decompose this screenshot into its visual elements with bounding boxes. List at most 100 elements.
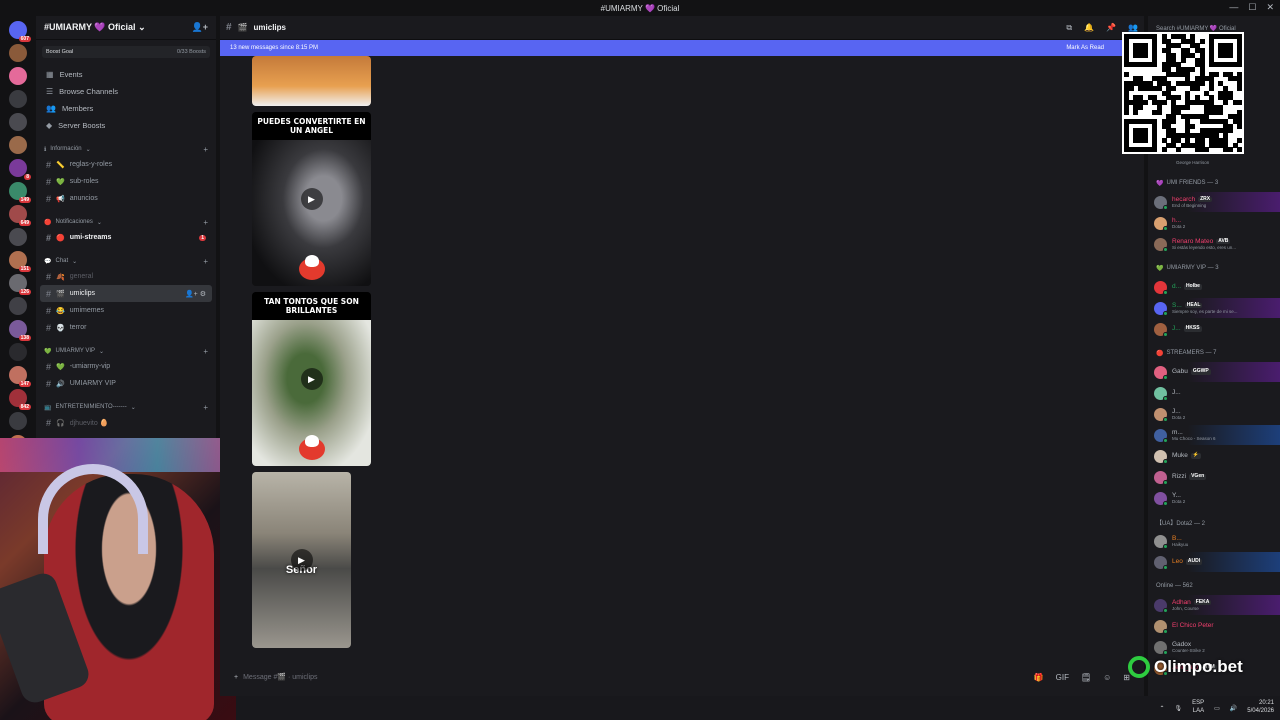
sticker-icon[interactable]: 🗒 bbox=[1081, 673, 1091, 682]
member-item[interactable]: hecarch ZRX End of Beginning bbox=[1148, 192, 1280, 212]
category-header[interactable]: ℹ Información ⌄ + bbox=[36, 142, 216, 156]
play-icon[interactable]: ▶ bbox=[300, 188, 323, 210]
server-icon[interactable] bbox=[9, 297, 27, 315]
add-channel-icon[interactable]: + bbox=[203, 347, 208, 356]
gif-icon[interactable]: GIF bbox=[1056, 673, 1069, 682]
member-name-row: Leo AUDI bbox=[1172, 558, 1203, 565]
invite-icon[interactable]: 👤+ bbox=[192, 22, 208, 33]
server-icon[interactable] bbox=[9, 136, 27, 154]
server-icon[interactable]: 607 bbox=[9, 21, 31, 42]
channel-item[interactable]: # 🔊 UMIARMY VIP bbox=[36, 375, 216, 392]
member-activity: Si estás leyendo esto, eres un... bbox=[1172, 245, 1237, 251]
menu-item-browse-channels[interactable]: ☰ Browse Channels bbox=[36, 83, 216, 100]
video-clip-tontos[interactable]: TAN TONTOS QUE SON BRILLANTES ▶ bbox=[252, 292, 371, 466]
channel-item[interactable]: # 📢 anuncios bbox=[36, 190, 216, 207]
channel-item[interactable]: # 📏 reglas-y-roles bbox=[36, 156, 216, 173]
members-toggle-icon[interactable]: 👥 bbox=[1128, 23, 1138, 33]
category-header[interactable]: 🔴 Notificaciones ⌄ + bbox=[36, 215, 216, 229]
boost-goal[interactable]: Boost Goal 0/33 Boosts bbox=[42, 46, 210, 58]
member-item[interactable]: Renaro Mateo AVB Si estás leyendo esto, er… bbox=[1148, 234, 1280, 254]
server-icon[interactable]: 8 bbox=[9, 159, 31, 180]
server-icon[interactable] bbox=[9, 113, 27, 131]
server-icon[interactable] bbox=[9, 228, 27, 246]
member-item[interactable]: Gabu GGWP bbox=[1148, 362, 1280, 382]
server-icon[interactable] bbox=[9, 44, 27, 62]
server-icon[interactable]: 151 bbox=[9, 251, 31, 272]
member-item[interactable]: Leo AUDI bbox=[1148, 552, 1280, 572]
member-item[interactable]: J... Dota 2 bbox=[1148, 404, 1280, 424]
maximize-icon[interactable]: ☐ bbox=[1248, 2, 1256, 13]
guild-header[interactable]: #UMIARMY 💜 Oficial ⌄ 👤+ bbox=[36, 16, 216, 40]
chevron-up-icon[interactable]: ⌃ bbox=[1159, 705, 1164, 712]
member-item[interactable]: Muke ⚡ bbox=[1148, 446, 1280, 466]
member-item[interactable]: S... HEAL Siempre soy, es parte de mi se..… bbox=[1148, 298, 1280, 318]
member-item[interactable]: d... Holbe bbox=[1148, 277, 1280, 297]
bell-icon[interactable]: 🔔 bbox=[1084, 23, 1094, 33]
member-item[interactable]: Adhan FEKA John, Course bbox=[1148, 595, 1280, 615]
play-icon[interactable]: ▶ bbox=[290, 549, 313, 571]
member-item[interactable]: h... Dota 2 bbox=[1148, 213, 1280, 233]
minimize-icon[interactable]: — bbox=[1229, 2, 1238, 13]
add-channel-icon[interactable]: + bbox=[203, 218, 208, 227]
member-item[interactable]: B... Haikyuu bbox=[1148, 531, 1280, 551]
channel-item[interactable]: # 🍂 general bbox=[36, 268, 216, 285]
add-channel-icon[interactable]: + bbox=[203, 145, 208, 154]
menu-item-members[interactable]: 👥 Members bbox=[36, 100, 216, 117]
message-composer[interactable]: + Message #🎬 · umiclips 🎁 GIF 🗒 ☺ ⊞ bbox=[230, 666, 1134, 688]
server-icon[interactable] bbox=[9, 90, 27, 108]
close-icon[interactable]: ✕ bbox=[1266, 2, 1274, 13]
menu-item-server-boosts[interactable]: ◆ Server Boosts bbox=[36, 117, 216, 134]
category-header[interactable]: 💬 Chat ⌄ + bbox=[36, 254, 216, 268]
channel-item[interactable]: # 💚 sub-roles bbox=[36, 173, 216, 190]
member-item[interactable]: Y... Dota 2 bbox=[1148, 488, 1280, 508]
channel-settings-icon[interactable]: 👤+ ⚙ bbox=[185, 290, 206, 298]
emoji-icon[interactable]: ☺ bbox=[1103, 673, 1111, 682]
member-item[interactable]: Gadox Counter-Strike 2 bbox=[1148, 637, 1280, 657]
mic-tray-icon[interactable]: 🎙 bbox=[1175, 705, 1183, 712]
category-icon: ℹ bbox=[44, 146, 47, 153]
server-icon[interactable]: 126 bbox=[9, 274, 31, 295]
category-header[interactable]: 💚 UMIARMY VIP ⌄ + bbox=[36, 344, 216, 358]
server-icon[interactable]: 842 bbox=[9, 389, 31, 410]
channel-item[interactable]: # 🔴 umi-streams 1 bbox=[36, 229, 216, 246]
video-clip-tiger[interactable] bbox=[252, 56, 371, 106]
attach-icon[interactable]: + bbox=[234, 674, 238, 681]
server-icon[interactable]: 147 bbox=[9, 366, 31, 387]
server-icon[interactable]: 149 bbox=[9, 182, 31, 203]
channel-item[interactable]: # 💚 -umiarmy-vip bbox=[36, 358, 216, 375]
channel-item[interactable]: # 💀 terror bbox=[36, 319, 216, 336]
clock[interactable]: 20:21 5/04/2026 bbox=[1247, 700, 1274, 716]
volume-icon[interactable]: 🔊 bbox=[1230, 705, 1237, 712]
member-item[interactable]: J... bbox=[1148, 383, 1280, 403]
add-channel-icon[interactable]: + bbox=[203, 257, 208, 266]
add-channel-icon[interactable]: + bbox=[203, 403, 208, 412]
member-item[interactable]: Rizzi VGen bbox=[1148, 467, 1280, 487]
member-item[interactable]: J... HKSS bbox=[1148, 319, 1280, 339]
monitor-icon[interactable]: ▭ bbox=[1214, 705, 1220, 712]
server-icon[interactable] bbox=[9, 412, 27, 430]
server-icon[interactable]: 138 bbox=[9, 320, 31, 341]
server-icon[interactable]: 649 bbox=[9, 205, 31, 226]
channel-item[interactable]: # 🎬 umiclips 👤+ ⚙ bbox=[40, 285, 212, 302]
member-item[interactable]: m... Mu Choco - Season 6 bbox=[1148, 425, 1280, 445]
gift-icon[interactable]: 🎁 bbox=[1034, 673, 1044, 682]
server-icon[interactable] bbox=[9, 67, 27, 85]
language-indicator[interactable]: ESP LAA bbox=[1192, 700, 1204, 716]
channel-item[interactable]: # 🎧 djhuevito 🥚 bbox=[36, 414, 216, 431]
guild-tag: Holbe bbox=[1184, 283, 1202, 290]
video-clip-senor[interactable]: Señor ▶ bbox=[252, 472, 351, 648]
channel-item[interactable]: # 😂 umimemes bbox=[36, 302, 216, 319]
new-messages-bar[interactable]: 13 new messages since 8:15 PM Mark As Re… bbox=[220, 40, 1144, 56]
mark-as-read-button[interactable]: Mark As Read bbox=[1066, 45, 1104, 51]
category-header[interactable]: 📺 ENTRETENIMIENTO------- ⌄ + bbox=[36, 400, 216, 414]
pin-icon[interactable]: 📌 bbox=[1106, 23, 1116, 33]
play-icon[interactable]: ▶ bbox=[300, 368, 323, 390]
member-item[interactable]: El Chico Peter bbox=[1148, 616, 1280, 636]
server-icon[interactable] bbox=[9, 343, 27, 361]
video-clip-angel[interactable]: PUEDES CONVERTIRTE EN UN ANGEL ▶ bbox=[252, 112, 371, 286]
message-input[interactable]: Message #🎬 · umiclips bbox=[243, 673, 317, 681]
threads-icon[interactable]: ⧉ bbox=[1066, 23, 1072, 33]
menu-item-events[interactable]: ▦ Events bbox=[36, 66, 216, 83]
member-name: El Chico Peter bbox=[1172, 622, 1214, 630]
new-messages-text: 13 new messages since 8:15 PM bbox=[230, 45, 319, 51]
